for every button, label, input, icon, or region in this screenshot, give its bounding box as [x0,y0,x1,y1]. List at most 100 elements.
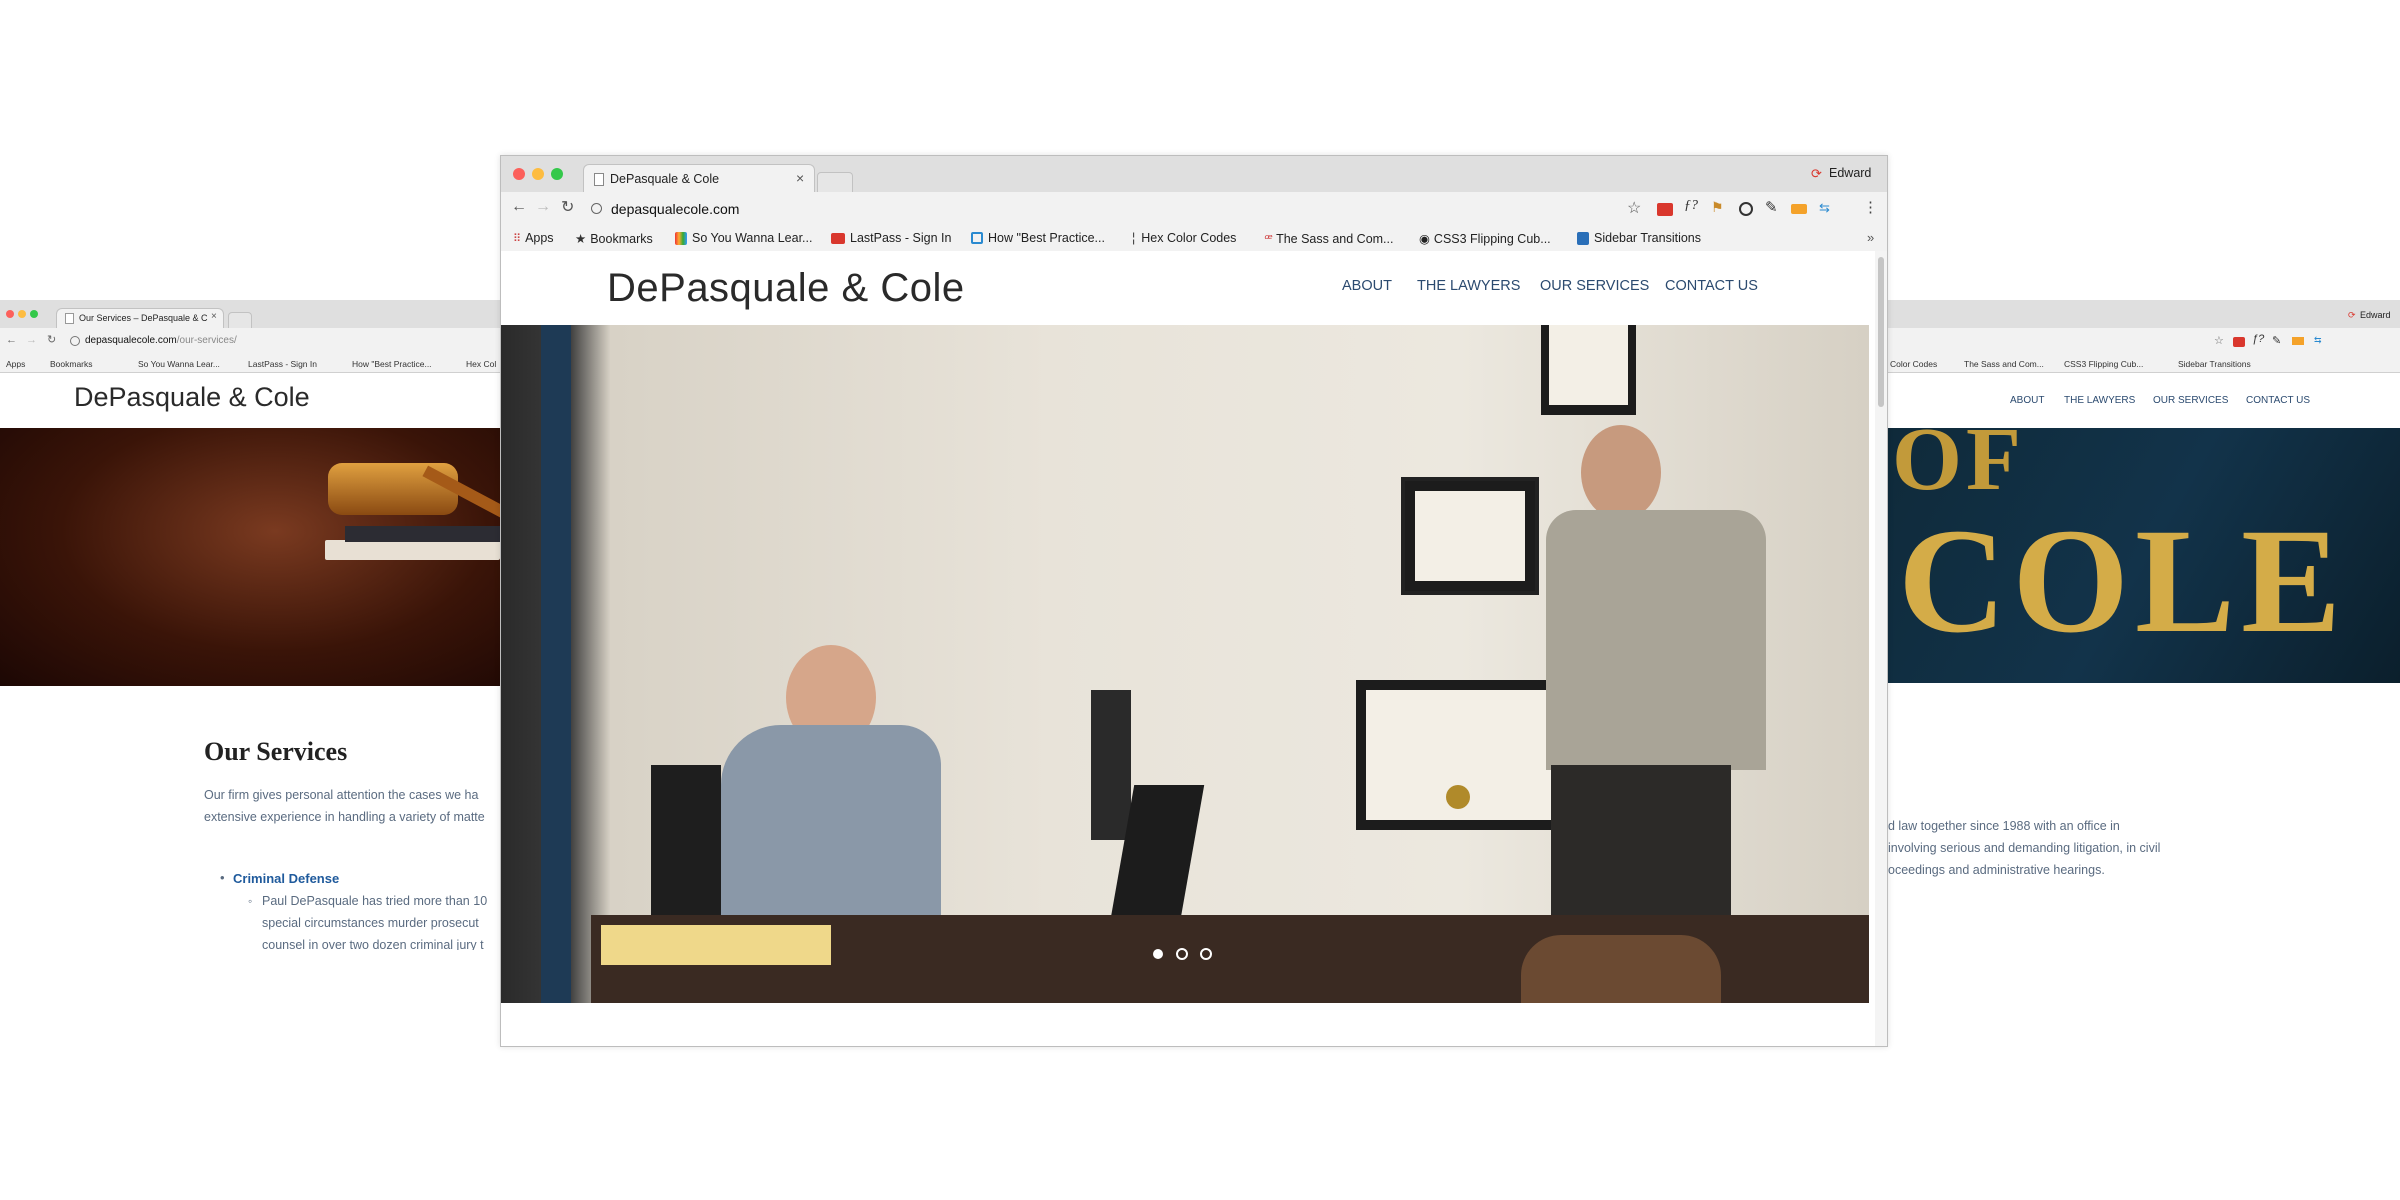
bookmark-so-you-wanna-label: So You Wanna Lear... [692,231,813,245]
left-bullet-circle: ◦ [248,894,253,908]
function-icon[interactable]: ƒ? [1684,198,1698,214]
leather-chair [1521,935,1721,1003]
carousel-dot-3[interactable] [1200,948,1212,960]
right-nav-services[interactable]: OUR SERVICES [2153,395,2228,406]
bookmark-lastpass-label: LastPass - Sign In [850,231,952,245]
profile-name[interactable]: Edward [1829,166,1871,180]
right-bookmark-sidebar[interactable]: Sidebar Transitions [2178,359,2251,369]
framed-diploma-large [1356,680,1561,830]
site-logo[interactable]: DePasquale & Cole [607,266,965,311]
profile-icon[interactable]: ⟳ [2348,310,2356,321]
bookmark-lastpass[interactable]: LastPass - Sign In [831,231,951,245]
eyedropper-icon[interactable]: ✎ [1765,198,1778,216]
page-icon [594,173,604,186]
extension-orange-icon[interactable] [2292,337,2304,345]
main-active-tab[interactable]: DePasquale & Cole × [583,164,815,193]
back-icon[interactable]: ← [511,198,527,216]
hero-carousel-image [501,325,1869,1003]
extension-orange-icon[interactable] [1791,204,1807,214]
extension-blue-icon[interactable]: ⇆ [2314,335,2322,346]
carousel-dot-1[interactable] [1153,949,1163,959]
left-tab-title: Our Services – DePasquale & C [79,313,208,323]
bookmark-so-you-wanna[interactable]: So You Wanna Lear... [675,231,812,245]
page-scrollbar[interactable] [1875,251,1887,1046]
close-tab-icon[interactable]: × [796,170,804,186]
minimize-window-dot[interactable] [532,168,544,180]
bookmark-css3-label: CSS3 Flipping Cub... [1433,231,1551,246]
bookmark-best-practice[interactable]: How "Best Practice... [971,231,1105,245]
right-bookmark-sass[interactable]: The Sass and Com... [1964,359,2044,369]
profile-icon[interactable]: ⟳ [1811,166,1822,182]
extension-blue-icon[interactable]: ⇆ [1819,200,1830,216]
lastpass-icon[interactable] [1657,203,1673,216]
minimize-window-dot[interactable] [18,310,26,318]
reload-icon[interactable]: ↻ [47,333,56,346]
scrollbar-thumb[interactable] [1878,257,1884,407]
left-toolbar: ← → ↻ depasqualecole.com/our-services/ [0,328,500,356]
right-nav-about[interactable]: ABOUT [2010,395,2044,406]
forward-icon[interactable]: → [535,198,551,216]
function-icon[interactable]: ƒ? [2252,333,2264,345]
flag-icon[interactable]: ⚑ [1711,199,1724,216]
bookmark-bookmarks[interactable]: ★ Bookmarks [575,231,653,247]
new-tab-button[interactable] [817,172,853,193]
close-window-dot[interactable] [6,310,14,318]
bookmark-lastpass[interactable]: LastPass - Sign In [248,359,317,369]
bookmark-bookmarks[interactable]: Bookmarks [50,359,93,369]
swirl-icon: ◉ [1419,232,1430,246]
framed-diploma-small [1401,477,1539,595]
bookmark-hex-color[interactable]: ¦ Hex Color Codes [1132,231,1236,245]
right-nav-contact[interactable]: CONTACT US [2246,395,2310,406]
right-bookmark-css3[interactable]: CSS3 Flipping Cub... [2064,359,2143,369]
back-icon[interactable]: ← [6,334,17,346]
pencil-icon[interactable]: ✎ [2272,334,2281,347]
new-tab-button[interactable] [228,312,252,329]
close-tab-icon[interactable]: × [211,311,217,322]
right-bookmark-hex-color[interactable]: Color Codes [1890,359,1937,369]
bookmark-sidebar[interactable]: Sidebar Transitions [1577,231,1701,245]
close-window-dot[interactable] [513,168,525,180]
left-sub-line-2: special circumstances murder prosecut [262,916,479,930]
url-text[interactable]: depasqualecole.com [611,201,739,217]
bookmark-apps[interactable]: ⠿ Apps [513,231,554,245]
bookmark-star-icon[interactable]: ☆ [1627,198,1641,218]
main-page-viewport: DePasquale & Cole ABOUT THE LAWYERS OUR … [501,251,1875,1046]
yellow-papers [601,925,831,965]
bookmark-best-practice[interactable]: How "Best Practice... [352,359,432,369]
carousel-dot-2[interactable] [1176,948,1188,960]
info-icon [70,336,80,346]
record-icon[interactable] [1739,202,1753,216]
nav-our-services[interactable]: OUR SERVICES [1540,278,1649,294]
nav-contact-us[interactable]: CONTACT US [1665,278,1758,294]
left-bookmarks-bar: Apps Bookmarks So You Wanna Lear... Last… [0,356,500,373]
nav-about[interactable]: ABOUT [1342,278,1392,294]
nav-the-lawyers[interactable]: THE LAWYERS [1417,278,1520,294]
page-icon [65,313,74,324]
bookmarks-overflow-icon[interactable]: » [1867,230,1874,245]
left-criminal-defense-link[interactable]: Criminal Defense [233,871,339,886]
address-bar[interactable]: depasqualecole.com [587,197,1587,221]
right-profile-name[interactable]: Edward [2360,310,2391,320]
menu-kebab-icon[interactable]: ⋮ [1863,198,1878,216]
bookmark-apps[interactable]: Apps [6,359,25,369]
bookmark-css3[interactable]: ◉ CSS3 Flipping Cub... [1419,231,1551,247]
left-address-bar[interactable]: depasqualecole.com/our-services/ [85,335,237,346]
maximize-window-dot[interactable] [551,168,563,180]
left-site-logo[interactable]: DePasquale & Cole [74,382,310,413]
download-box-icon [1577,231,1589,245]
right-toolbar: ☆ ƒ? ✎ ⇆ [1888,328,2400,356]
left-services-heading: Our Services [204,737,348,766]
info-icon[interactable] [591,203,602,214]
star-icon[interactable]: ☆ [2214,334,2224,347]
forward-icon[interactable]: → [26,334,37,346]
left-active-tab[interactable]: Our Services – DePasquale & C × [56,308,224,329]
maximize-window-dot[interactable] [30,310,38,318]
right-bookmarks-bar: Color Codes The Sass and Com... CSS3 Fli… [1888,356,2400,373]
reload-icon[interactable]: ↻ [561,197,574,217]
bookmark-so-you-wanna[interactable]: So You Wanna Lear... [138,359,220,369]
right-nav-lawyers[interactable]: THE LAWYERS [2064,395,2135,406]
main-browser-window: DePasquale & Cole × ⟳ Edward ← → ↻ depas… [500,155,1888,1047]
bookmark-sass[interactable]: ꟹ The Sass and Com... [1263,231,1393,247]
bookmark-hex-color[interactable]: Hex Col [466,359,496,369]
lastpass-icon[interactable] [2233,337,2245,347]
